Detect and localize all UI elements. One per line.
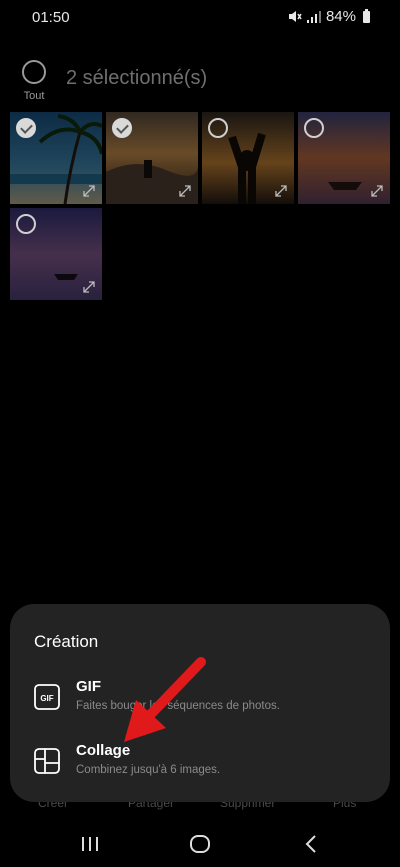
expand-icon[interactable] — [82, 280, 96, 294]
svg-text:GIF: GIF — [40, 694, 53, 703]
home-icon[interactable] — [188, 832, 212, 856]
photo-thumbnail[interactable] — [298, 112, 390, 204]
photo-thumbnail[interactable] — [10, 208, 102, 300]
creation-sheet: Création GIF GIF Faites bouger les séque… — [10, 604, 390, 802]
unselected-check-icon[interactable] — [208, 118, 228, 138]
gif-option-description: Faites bouger les séquences de photos. — [76, 700, 280, 712]
expand-icon[interactable] — [178, 184, 192, 198]
gif-option-title: GIF — [76, 678, 101, 695]
photo-thumbnail[interactable] — [106, 112, 198, 204]
selected-check-icon[interactable] — [112, 118, 132, 138]
unselected-check-icon[interactable] — [16, 214, 36, 234]
status-bar: 01:50 84% — [0, 0, 400, 34]
photo-thumbnail[interactable] — [202, 112, 294, 204]
expand-icon[interactable] — [82, 184, 96, 198]
back-icon[interactable] — [300, 832, 324, 856]
gif-option[interactable]: GIF GIF Faites bouger les séquences de p… — [10, 676, 390, 730]
collage-option[interactable]: Collage Combinez jusqu'à 6 images. — [10, 740, 390, 794]
unselected-check-icon[interactable] — [304, 118, 324, 138]
photo-thumbnail[interactable] — [10, 112, 102, 204]
selected-check-icon[interactable] — [16, 118, 36, 138]
battery-icon — [363, 8, 370, 23]
mute-icon — [288, 11, 302, 22]
gif-icon: GIF — [34, 684, 60, 710]
expand-icon[interactable] — [274, 184, 288, 198]
select-all-circle-icon — [22, 60, 46, 84]
navigation-bar — [0, 820, 400, 867]
sheet-title: Création — [34, 632, 99, 651]
recent-apps-icon[interactable] — [78, 832, 102, 856]
status-icons: 84% — [288, 8, 370, 25]
collage-option-description: Combinez jusqu'à 6 images. — [76, 764, 221, 776]
collage-option-title: Collage — [76, 742, 131, 759]
collage-icon — [34, 748, 60, 774]
signal-icon — [306, 10, 321, 23]
expand-icon[interactable] — [370, 184, 384, 198]
battery-percent: 84% — [325, 8, 356, 25]
selection-count-title: 2 sélectionné(s) — [66, 67, 208, 89]
status-time: 01:50 — [32, 9, 70, 26]
select-all-label: Tout — [23, 90, 45, 102]
select-all-checkbox[interactable]: Tout — [20, 60, 48, 102]
